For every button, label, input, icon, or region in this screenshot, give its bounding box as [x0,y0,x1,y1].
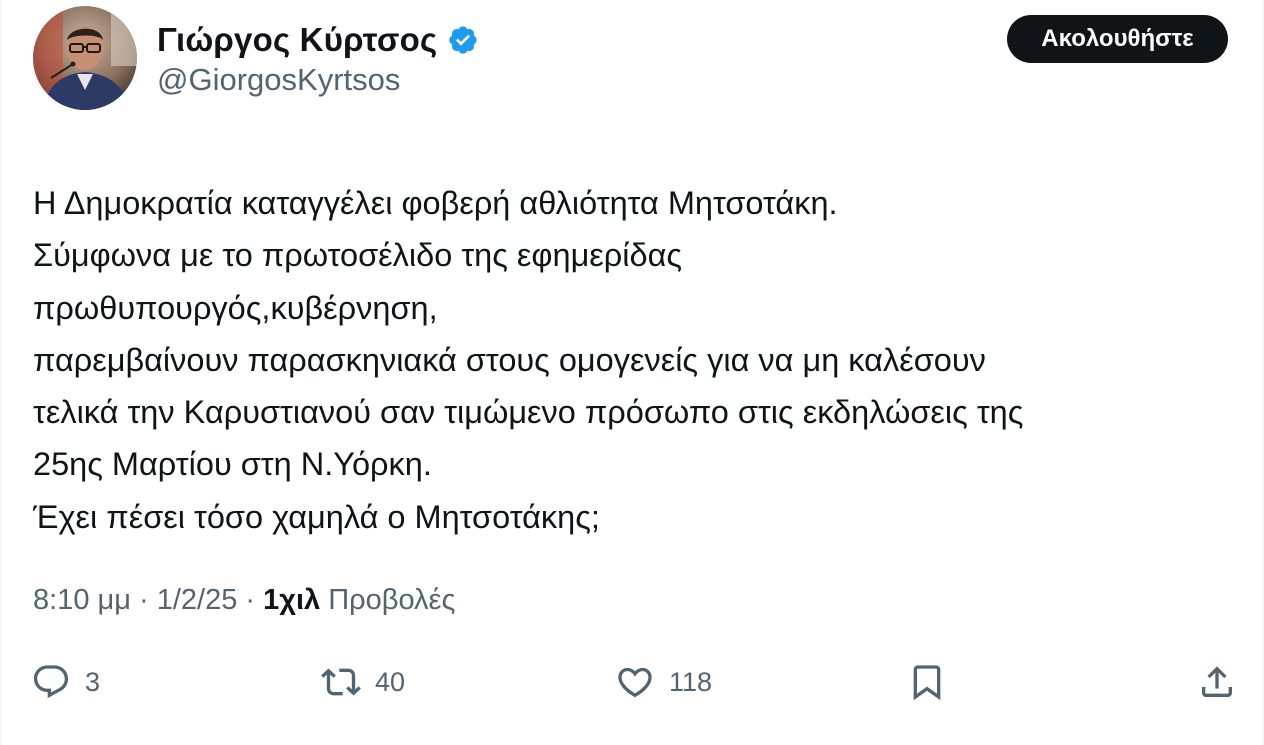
share-button[interactable] [1197,656,1237,708]
repost-icon [321,668,361,696]
tweet-line: παρεμβαίνουν παρασκηνιακά στους ομογενεί… [33,341,986,378]
tweet-line: Έχει πέσει τόσο χαμηλά ο Μητσοτάκης; [33,498,600,535]
author-name-row: Γιώργος Κύρτσος [157,20,479,60]
views-space [320,584,328,617]
meta-separator: · [237,584,264,616]
tweet-date[interactable]: 1/2/25 [157,584,238,617]
author-name[interactable]: Γιώργος Κύρτσος [157,21,437,59]
share-icon [1202,666,1232,697]
views-label: Προβολές [328,584,456,616]
heart-icon [618,667,652,698]
repost-count: 40 [375,666,406,697]
reply-count: 3 [85,666,101,697]
repost-button[interactable]: 40 [321,656,405,708]
like-count: 118 [669,666,713,697]
tweet-line: Σύμφωνα με το πρωτοσέλιδο της εφημερίδας [33,237,683,274]
meta-separator: · [130,584,157,616]
bookmark-icon [913,665,941,701]
tweet-line: τελικά την Καρυστιανού σαν τιμώμενο πρόσ… [33,394,1024,431]
tweet-meta: 8:10 μμ · 1/2/25 · 1χιλ Προβολές [33,584,455,617]
like-button[interactable]: 118 [615,656,712,708]
tweet-time[interactable]: 8:10 μμ [33,584,131,617]
follow-button[interactable]: Ακολουθήστε [1007,15,1228,63]
action-bar: 3 40 118 [1,656,1264,708]
bookmark-button[interactable] [907,656,947,708]
tweet-card: Γιώργος Κύρτσος @GiorgosKyrtsos Ακολουθή… [0,0,1264,745]
tweet-line: Η Δημοκρατία καταγγέλει φοβερή αθλιότητα… [33,185,838,221]
avatar[interactable] [33,6,137,110]
verified-badge-icon [447,24,479,56]
tweet-line: 25ης Μαρτίου στη Ν.Υόρκη. [33,446,432,483]
tweet-text: Η Δημοκρατία καταγγέλει φοβερή αθλιότητα… [33,177,1233,543]
tweet-line: πρωθυπουργός,κυβέρνηση, [33,289,438,326]
reply-icon [33,665,69,699]
author-handle[interactable]: @GiorgosKyrtsos [157,62,400,98]
reply-button[interactable]: 3 [31,656,100,708]
views-count: 1χιλ [263,584,321,616]
